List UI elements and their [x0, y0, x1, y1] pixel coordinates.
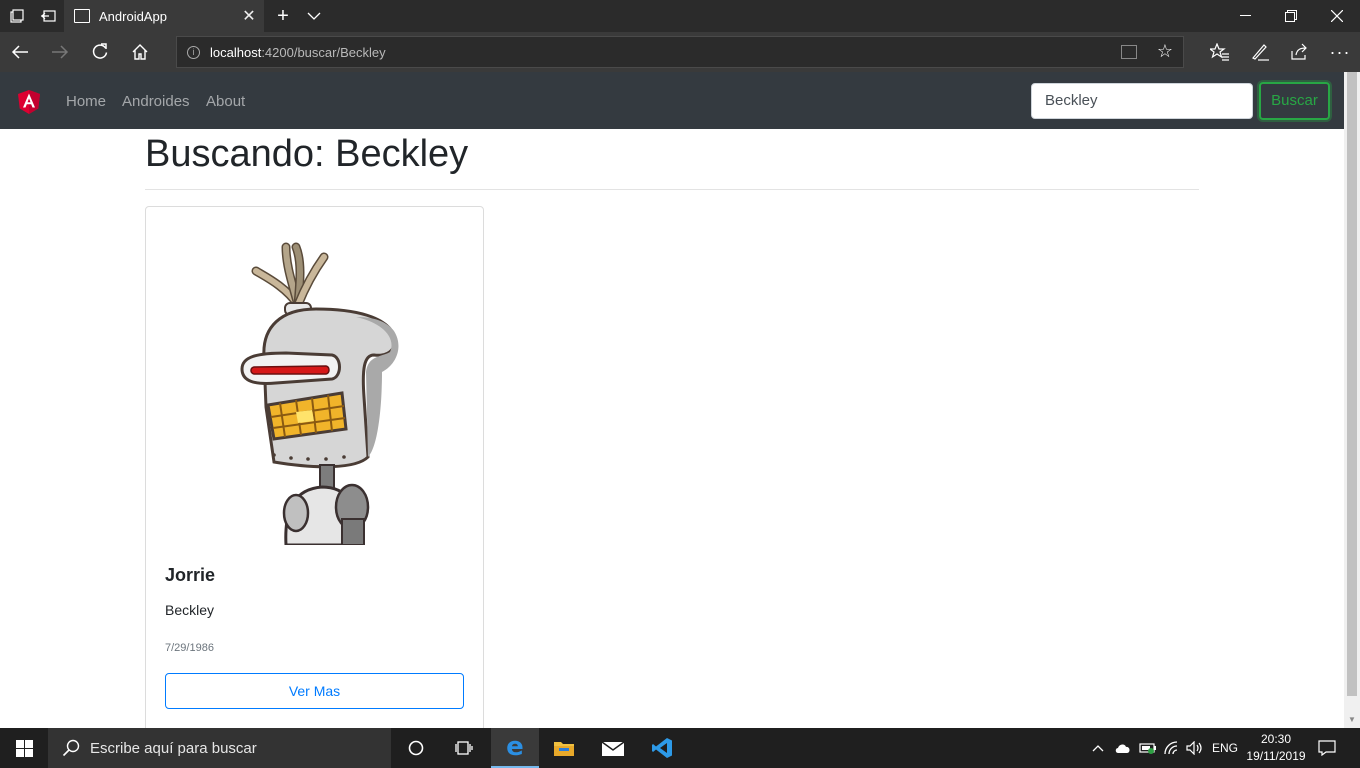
page-icon	[74, 9, 90, 23]
favorites-icon[interactable]	[1200, 32, 1240, 72]
refresh-icon[interactable]	[80, 32, 120, 72]
close-tab-icon[interactable]: ✕	[234, 6, 264, 26]
card-text: Beckley	[165, 602, 215, 618]
browser-tab-bar: AndroidApp ✕ +	[0, 0, 1360, 32]
page-title: Buscando: Beckley	[145, 133, 469, 175]
favorite-star-icon[interactable]: ☆	[1157, 41, 1173, 62]
cortana-icon[interactable]	[392, 728, 440, 768]
url-host: localhost	[210, 44, 262, 60]
card-date: 7/29/1986	[165, 642, 214, 654]
app-navbar: Home Androides About Beckley Buscar	[0, 72, 1344, 129]
back-icon[interactable]	[0, 32, 40, 72]
forward-icon[interactable]	[40, 32, 80, 72]
address-field[interactable]: i localhost:4200/buscar/Beckley ☆	[176, 36, 1184, 68]
file-explorer-icon[interactable]	[540, 728, 588, 768]
nav-link-androides[interactable]: Androides	[122, 93, 190, 110]
page-scrollbar[interactable]: ▼	[1344, 72, 1360, 728]
angular-logo-icon[interactable]	[18, 90, 40, 114]
new-tab-icon[interactable]: +	[268, 0, 298, 32]
nav-link-home[interactable]: Home	[66, 93, 106, 110]
divider	[145, 189, 1199, 190]
tab-actions-icon[interactable]	[2, 0, 32, 32]
url-text: localhost:4200/buscar/Beckley	[210, 45, 386, 60]
tab-title: AndroidApp	[99, 8, 167, 24]
scroll-down-icon[interactable]: ▼	[1348, 715, 1356, 724]
tab-androidapp[interactable]: AndroidApp ✕	[64, 0, 264, 32]
home-icon[interactable]	[120, 32, 160, 72]
vscode-icon[interactable]	[638, 728, 686, 768]
taskbar-search-box[interactable]: Escribe aquí para buscar	[48, 728, 391, 768]
restore-button[interactable]	[1268, 0, 1314, 32]
mail-icon[interactable]	[589, 728, 637, 768]
search-input[interactable]: Beckley	[1031, 83, 1253, 119]
taskbar-search-placeholder: Escribe aquí para buscar	[90, 739, 257, 757]
robot-image	[240, 242, 399, 545]
scrollbar-thumb[interactable]	[1347, 72, 1357, 696]
address-bar-row: i localhost:4200/buscar/Beckley ☆	[0, 32, 1360, 72]
search-button[interactable]: Buscar	[1259, 82, 1330, 120]
battery-icon[interactable]	[1139, 728, 1157, 768]
ver-mas-button[interactable]: Ver Mas	[165, 673, 464, 709]
clock-time: 20:30	[1260, 732, 1292, 746]
onedrive-icon[interactable]	[1114, 728, 1132, 768]
minimize-button[interactable]	[1222, 0, 1268, 32]
info-icon[interactable]: i	[187, 45, 200, 59]
search-icon	[62, 739, 80, 757]
taskbar-clock[interactable]: 20:30 19/11/2019	[1244, 731, 1308, 765]
pen-icon[interactable]	[1240, 32, 1280, 72]
nav-link-about[interactable]: About	[206, 93, 245, 110]
more-icon[interactable]: ···	[1320, 32, 1360, 72]
tab-list-icon[interactable]	[299, 0, 329, 32]
windows-taskbar: Escribe aquí para buscar e ENG 20:30 19/…	[0, 728, 1360, 768]
task-view-icon[interactable]	[440, 728, 488, 768]
windows-start-icon[interactable]	[0, 728, 48, 768]
reading-view-icon[interactable]	[1121, 45, 1137, 59]
notification-icon[interactable]	[1318, 728, 1336, 768]
show-hidden-icons[interactable]	[1092, 728, 1104, 768]
wifi-icon[interactable]	[1164, 728, 1180, 768]
set-aside-icon[interactable]	[33, 0, 63, 32]
volume-icon[interactable]	[1186, 728, 1204, 768]
language-indicator[interactable]: ENG	[1212, 728, 1238, 768]
android-card: Jorrie Beckley 7/29/1986 Ver Mas	[145, 206, 484, 736]
edge-icon[interactable]: e	[491, 728, 539, 768]
share-icon[interactable]	[1280, 32, 1320, 72]
close-window-button[interactable]	[1314, 0, 1360, 32]
clock-date: 19/11/2019	[1246, 749, 1306, 763]
card-title: Jorrie	[165, 565, 216, 585]
url-path: :4200/buscar/Beckley	[261, 44, 386, 60]
